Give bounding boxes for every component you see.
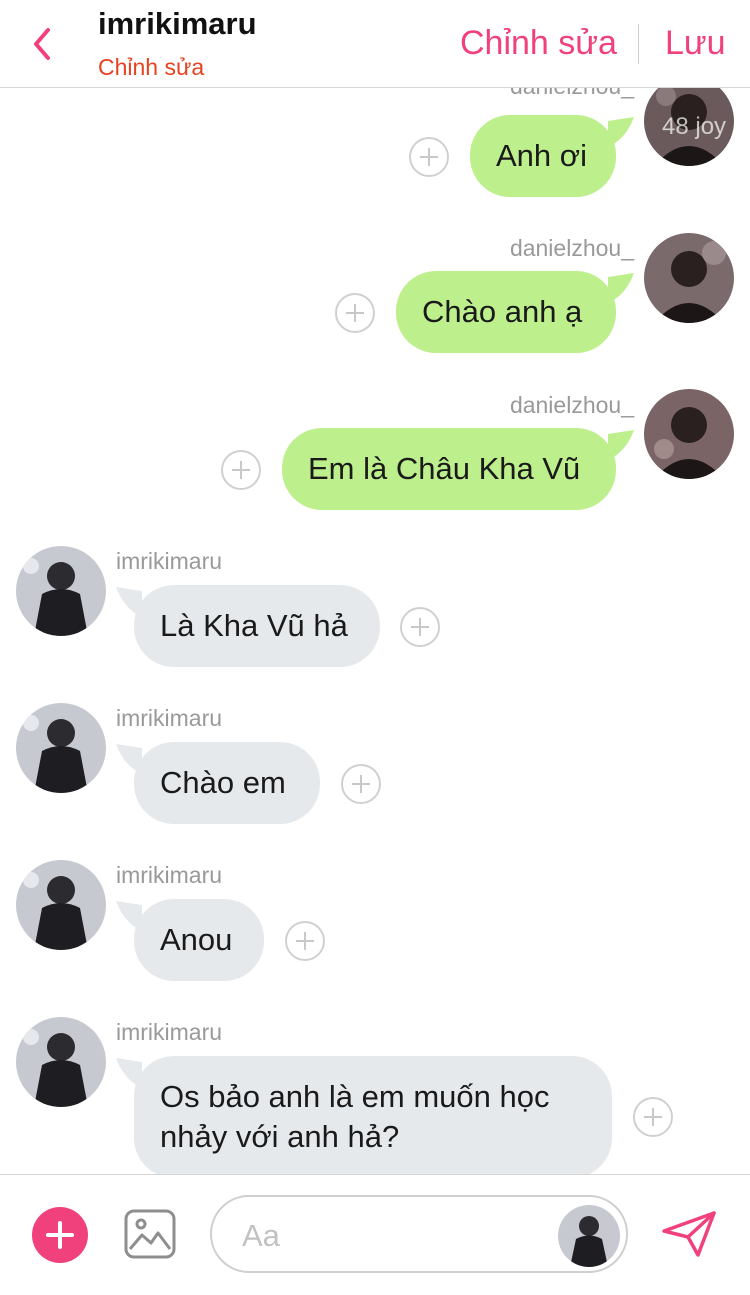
message-text-line: nhảy với anh hả? [160, 1119, 400, 1154]
message-text: Anh ơi [496, 138, 587, 173]
sender-name: imrikimaru [116, 548, 223, 574]
message-list[interactable]: danielzhou_ Anh ơi 48 joy danielzhou_ Ch… [0, 87, 750, 1174]
sender-name: danielzhou_ [440, 87, 634, 100]
sender-name: danielzhou_ [509, 392, 634, 418]
message-composer [0, 1174, 750, 1295]
message-text: Os bảo anh là em muốn học nhảy với anh h… [160, 1077, 549, 1157]
message-text: Anou [160, 922, 233, 957]
header-divider [638, 24, 639, 64]
message-bubble-outgoing[interactable]: Chào anh ạ [396, 271, 634, 353]
chat-header: imrikimaru Chỉnh sửa Chỉnh sửa Lưu [0, 0, 750, 88]
message-bubble-incoming[interactable]: Os bảo anh là em muốn học nhảy với anh h… [116, 1056, 612, 1174]
message-bubble-incoming[interactable]: Anou [116, 899, 264, 981]
sender-name: danielzhou_ [509, 235, 634, 261]
message-text: Chào em [160, 765, 286, 800]
message-text: Em là Châu Kha Vũ [308, 451, 581, 486]
avatar[interactable] [644, 233, 734, 323]
back-button[interactable] [28, 26, 60, 62]
message-bubble-incoming[interactable]: Là Kha Vũ hả [116, 585, 380, 667]
add-reaction-button[interactable] [285, 921, 325, 961]
back-chevron-icon [34, 28, 50, 60]
add-reaction-button[interactable] [633, 1097, 673, 1137]
add-button[interactable] [32, 1207, 88, 1263]
message-text: Là Kha Vũ hả [160, 608, 348, 643]
sender-name: imrikimaru [116, 705, 223, 731]
message-bubble-outgoing[interactable]: Anh ơi [470, 115, 634, 197]
message-bubble-incoming[interactable]: Chào em [116, 742, 320, 824]
add-reaction-button[interactable] [221, 450, 261, 490]
sender-name: imrikimaru [116, 862, 223, 888]
image-icon [124, 1209, 176, 1259]
message-input[interactable] [240, 1215, 544, 1257]
avatar[interactable] [16, 546, 106, 636]
watermark: 48 joy [662, 113, 727, 140]
sender-name: imrikimaru [116, 1019, 223, 1045]
save-button[interactable]: Lưu [665, 24, 726, 63]
message-input-box[interactable] [210, 1195, 628, 1273]
avatar[interactable] [644, 389, 734, 479]
message-text: Chào anh ạ [422, 294, 583, 329]
image-button[interactable] [124, 1209, 176, 1264]
add-reaction-button[interactable] [335, 293, 375, 333]
add-reaction-button[interactable] [400, 607, 440, 647]
message-text-line: Os bảo anh là em muốn học [160, 1079, 550, 1114]
avatar[interactable] [16, 860, 106, 950]
send-icon [662, 1211, 716, 1257]
message-bubble-outgoing[interactable]: Em là Châu Kha Vũ [282, 428, 634, 510]
avatar[interactable] [16, 1017, 106, 1107]
chat-subtitle: Chỉnh sửa [98, 54, 205, 80]
avatar[interactable] [16, 703, 106, 793]
user-avatar[interactable] [558, 1205, 620, 1267]
add-reaction-button[interactable] [341, 764, 381, 804]
edit-button[interactable]: Chỉnh sửa [460, 24, 617, 63]
chat-title: imrikimaru [98, 6, 257, 41]
add-reaction-button[interactable] [409, 137, 449, 177]
send-button[interactable] [660, 1209, 718, 1264]
